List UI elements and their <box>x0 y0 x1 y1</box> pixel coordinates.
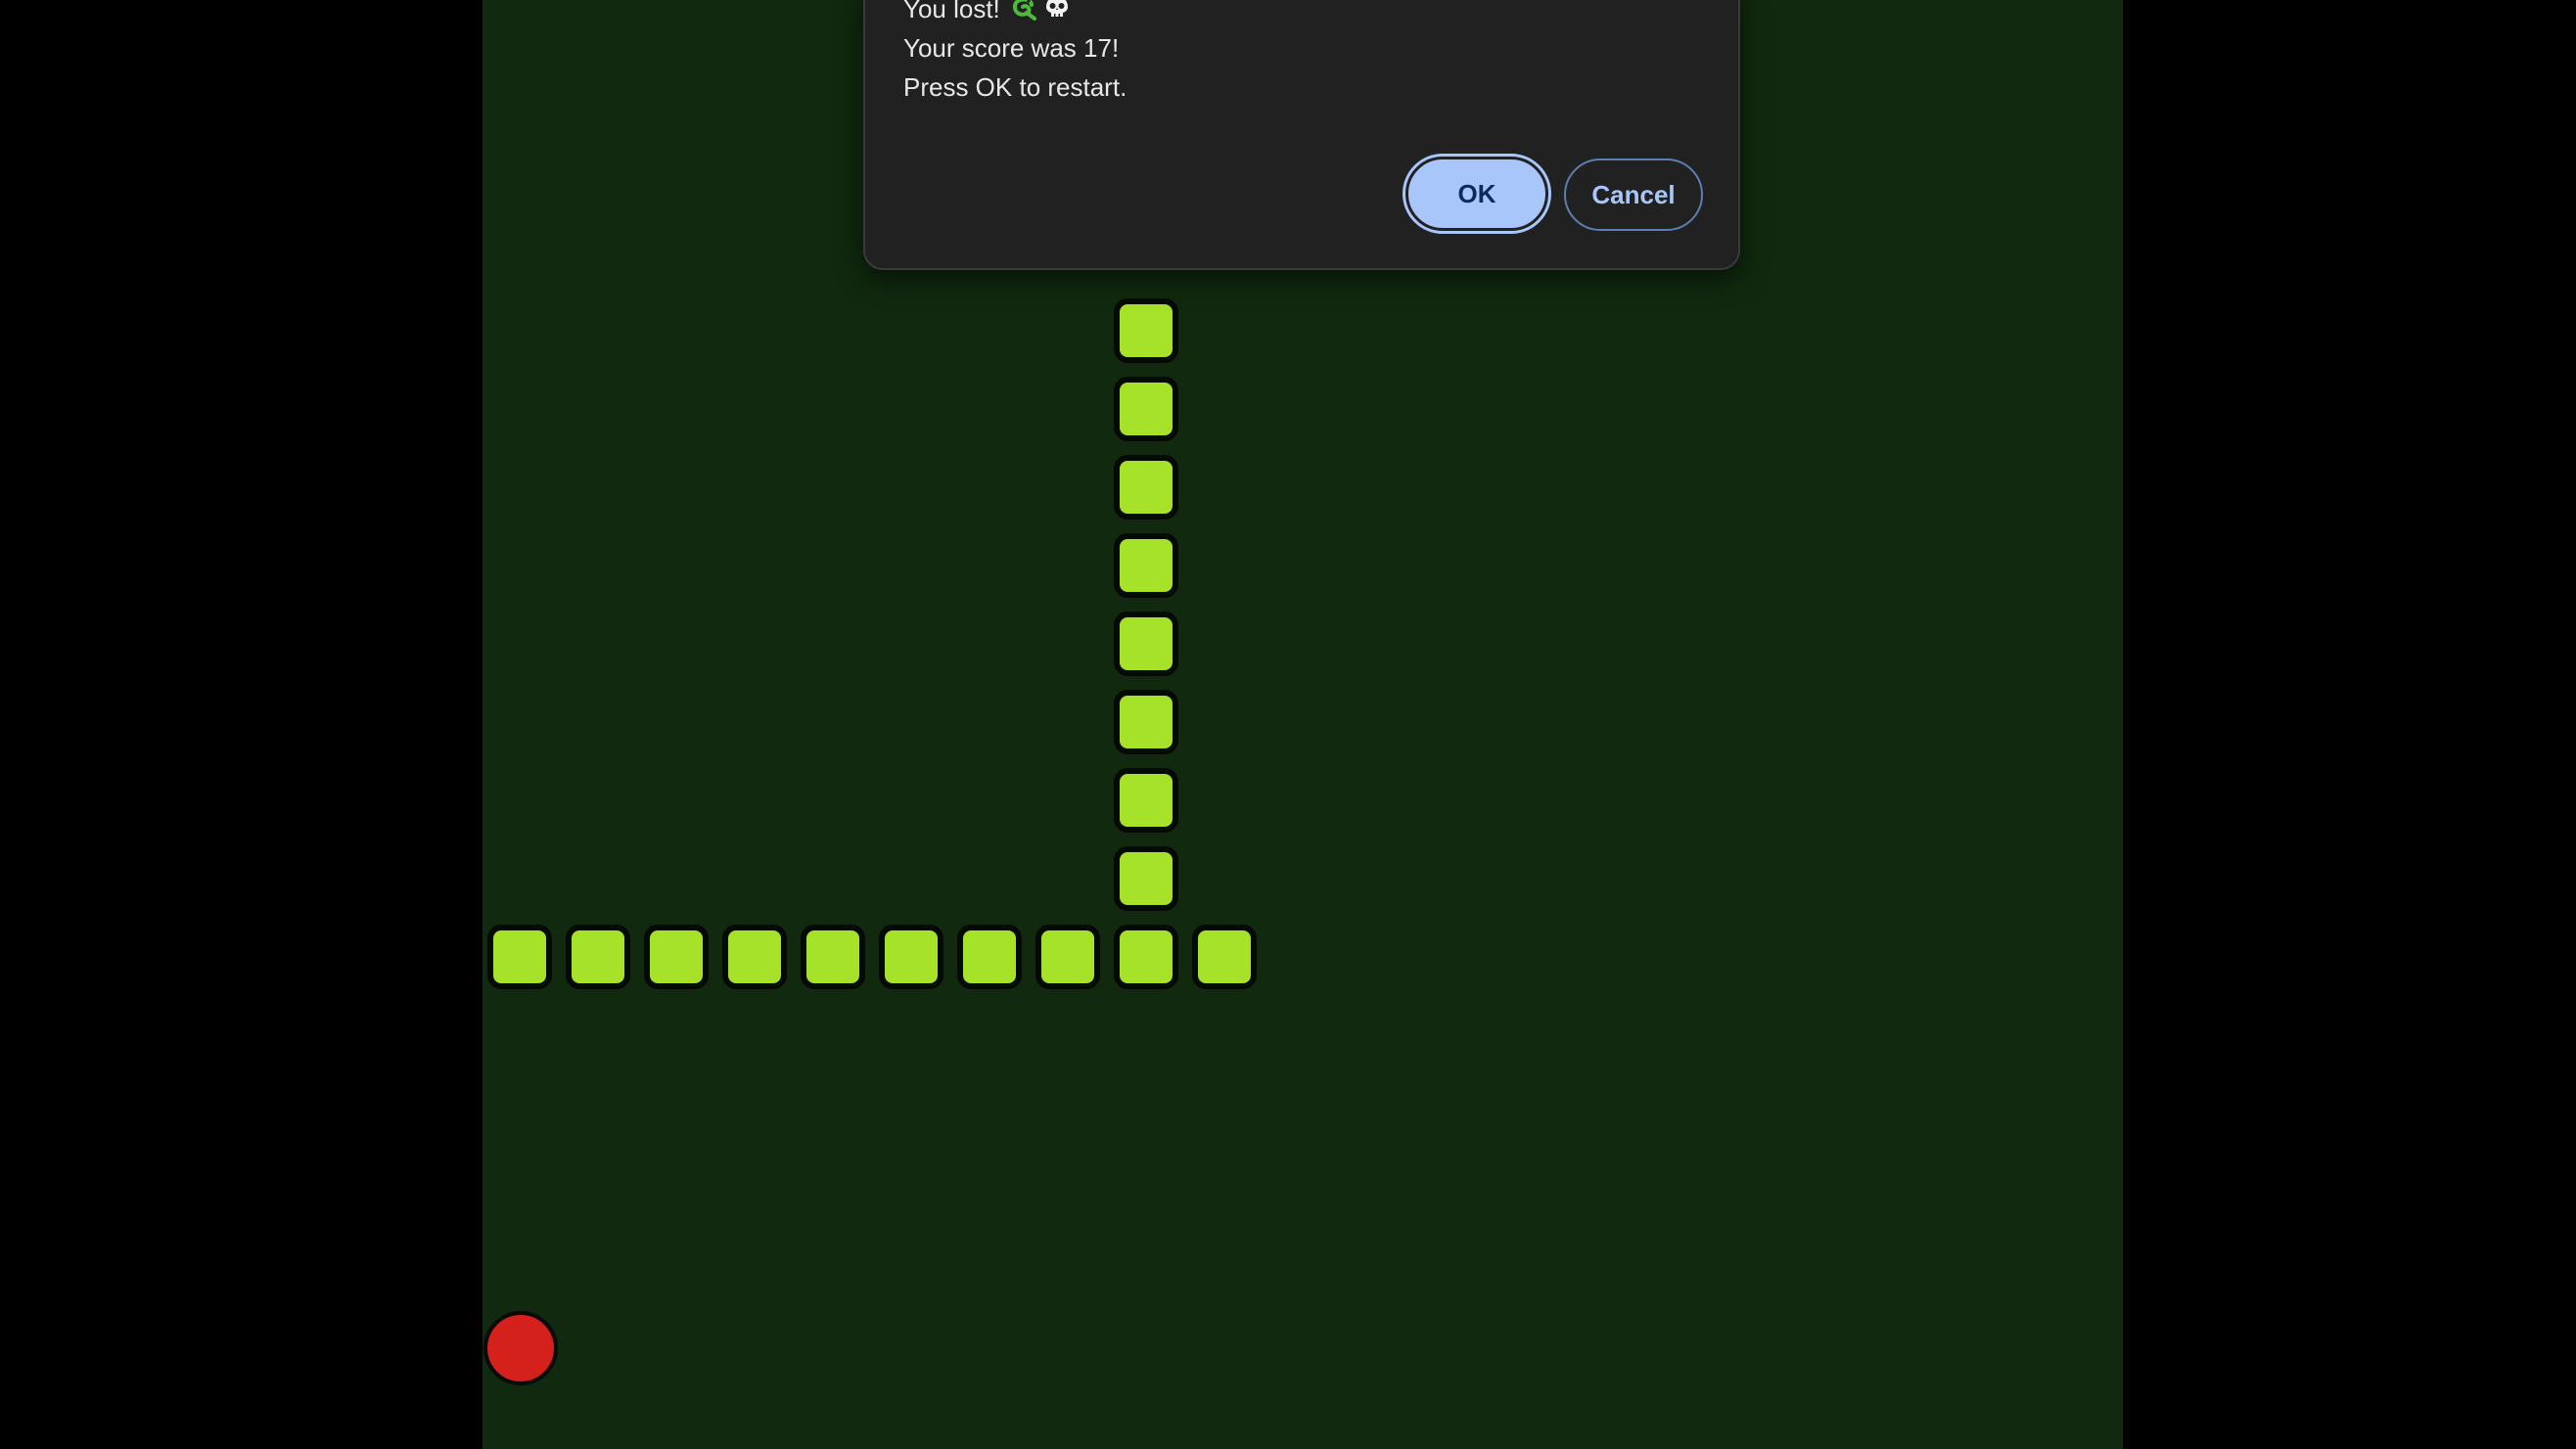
skull-icon <box>1043 0 1071 28</box>
snake-segment <box>1114 533 1178 598</box>
snake-segment <box>879 925 943 989</box>
snake-segment <box>1114 690 1178 754</box>
alert-dialog: You lost! Your score was 17! Press OK to… <box>863 0 1740 270</box>
snake-segment <box>1114 611 1178 676</box>
snake-segment <box>1114 377 1178 441</box>
dialog-message-line-1: You lost! <box>903 0 1071 28</box>
snake-segment <box>1114 925 1178 989</box>
snake-icon <box>1010 0 1037 28</box>
snake-segment <box>1192 925 1257 989</box>
snake-segment <box>1114 298 1178 363</box>
snake-segment <box>566 925 630 989</box>
food-apple <box>483 1311 558 1385</box>
cancel-button[interactable]: Cancel <box>1564 158 1703 231</box>
snake-segment <box>801 925 865 989</box>
ok-button[interactable]: OK <box>1403 154 1551 234</box>
snake-segment <box>957 925 1022 989</box>
screen: You lost! Your score was 17! Press OK to… <box>0 0 2576 1449</box>
snake-segment <box>1035 925 1100 989</box>
snake-segment <box>487 925 552 989</box>
dialog-score-text: Your score was 17! <box>903 33 1120 63</box>
snake-segment <box>1114 768 1178 833</box>
dialog-restart-text: Press OK to restart. <box>903 72 1127 102</box>
snake-segment <box>1114 846 1178 911</box>
snake-segment <box>644 925 709 989</box>
dialog-message-text: You lost! <box>903 0 1000 23</box>
snake-segment <box>722 925 787 989</box>
snake-segment <box>1114 455 1178 520</box>
